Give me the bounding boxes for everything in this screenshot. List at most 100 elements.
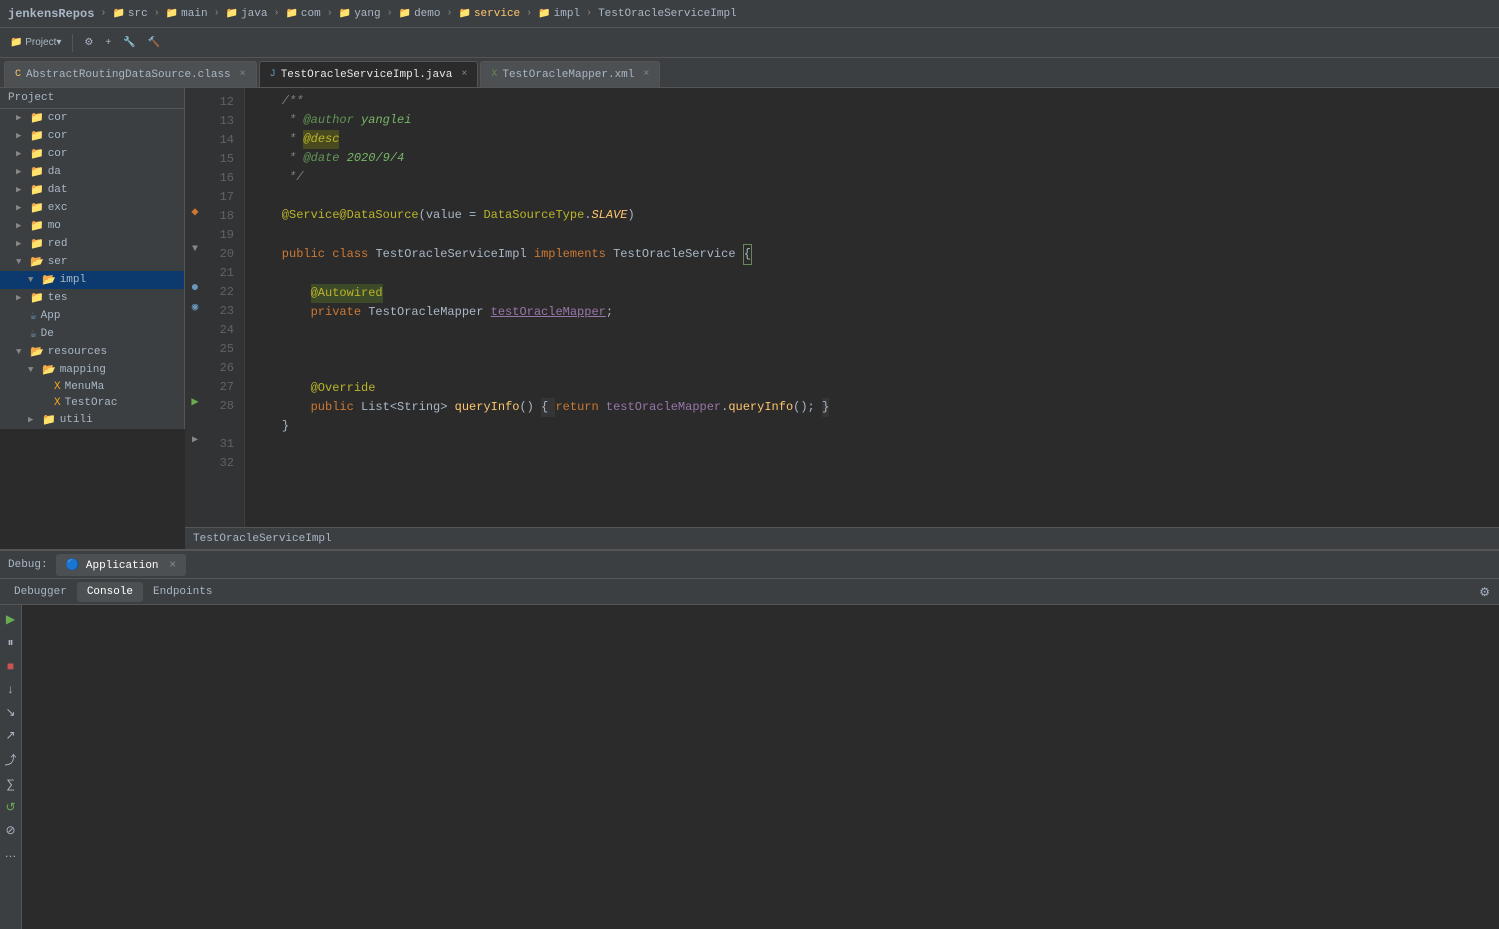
folder-icon: 📁 [30,147,44,161]
xml-icon: X [54,381,61,393]
breadcrumb-java[interactable]: 📁 java [226,8,268,20]
separator [72,34,73,52]
project-button[interactable]: 📁 Project▾ [6,35,65,50]
sidebar-item-app[interactable]: ☕ App [0,307,184,325]
toolbar-btn-2[interactable]: + [101,35,115,50]
folder-icon: 📁 [538,8,550,20]
breadcrumb-demo[interactable]: 📁 demo [399,8,441,20]
debug-settings-btn[interactable]: ⚙ [1474,582,1495,602]
folder-icon: 📁 [166,8,178,20]
code-editor[interactable]: /** * @author yanglei * @desc * @date 20… [245,88,1499,527]
folder-icon: 📁 [30,237,44,251]
main-area: Project ▶ 📁 cor ▶ 📁 cor ▶ 📁 cor ▶ 📁 d [0,88,1499,549]
info-icon[interactable]: ● [185,278,205,297]
code-line-27: @Override [253,379,1491,398]
debug-pause-btn[interactable]: ⏸ [4,632,16,653]
code-line-20: public class TestOracleServiceImpl imple… [253,244,1491,265]
tab-testoraclemapper[interactable]: X TestOracleMapper.xml × [480,61,660,87]
bookmark-icon[interactable]: ◆ [185,202,205,221]
collapse-icon[interactable]: ▼ [185,240,205,259]
sidebar-item-impl[interactable]: ▼ 📂 impl [0,271,184,289]
editor-area: ◆ ▼ ● ◉ ▶ ▶ 12 [185,88,1499,549]
folder-icon: 📁 [399,8,411,20]
debug-more-btn[interactable]: … [2,843,20,863]
code-line-12: /** [253,92,1491,111]
debug-evalexpr-btn[interactable]: ∑ [3,774,18,794]
code-line-14: * @desc [253,130,1491,149]
debug-label: Debug: [8,559,48,571]
debug-runcursor-btn[interactable]: ⤴ [1,748,19,771]
debug-stepinto-btn[interactable]: ↘ [2,702,18,722]
code-line-16: */ [253,168,1491,187]
sidebar-item-mo[interactable]: ▶ 📁 mo [0,217,184,235]
folder-icon: 📁 [226,8,238,20]
sidebar-item-ser[interactable]: ▼ 📂 ser [0,253,184,271]
java-icon: J [270,69,276,80]
tab-close-abstractrouting[interactable]: × [240,69,246,80]
sidebar-item-cor1[interactable]: ▶ 📁 cor [0,109,184,127]
debug-tab-debugger[interactable]: Debugger [4,582,77,602]
toolbar-btn-4[interactable]: 🔨 [144,35,164,50]
sidebar-item-cor3[interactable]: ▶ 📁 cor [0,145,184,163]
debug-stepout-btn[interactable]: ↗ [2,725,18,745]
debug-rerun-btn[interactable]: ↺ [2,797,18,817]
debug-tab-endpoints[interactable]: Endpoints [143,582,222,602]
application-icon: 🔵 [66,560,80,572]
code-line-17 [253,187,1491,206]
folder-icon: 📁 [30,219,44,233]
code-line-32 [253,436,1491,455]
sidebar-item-da[interactable]: ▶ 📁 da [0,163,184,181]
sidebar-item-resources[interactable]: ▼ 📂 resources [0,343,184,361]
sidebar-item-exc[interactable]: ▶ 📁 exc [0,199,184,217]
run-icon[interactable]: ▶ [185,392,205,411]
sidebar-item-mapping[interactable]: ▼ 📂 mapping [0,361,184,379]
breadcrumb-com[interactable]: 📁 com [285,8,320,20]
code-line-26 [253,360,1491,379]
code-line-15: * @date 2020/9/4 [253,149,1491,168]
java-icon: ☕ [30,309,37,323]
sidebar-item-dat[interactable]: ▶ 📁 dat [0,181,184,199]
breadcrumb-src[interactable]: 📁 src [112,8,147,20]
debug-tab-application[interactable]: 🔵 Application × [56,554,187,576]
project-title[interactable]: jenkensRepos [8,7,94,21]
debug-mute-btn[interactable]: ⊘ [2,820,18,840]
breadcrumb-main[interactable]: 📁 main [166,8,208,20]
code-line-23: private TestOracleMapper testOracleMappe… [253,303,1491,322]
xml-icon: X [491,69,497,80]
debug-console-content[interactable] [22,605,1499,929]
folder-icon: 📁 [30,111,44,125]
folder-icon: 📁 [459,8,471,20]
folder-icon: 📁 [30,183,44,197]
expand-icon[interactable]: ▶ [185,430,205,449]
sidebar-item-utili[interactable]: ▶ 📁 utili [0,411,184,429]
breadcrumb-impl[interactable]: 📁 impl [538,8,580,20]
intellij-icon[interactable]: ◉ [185,297,205,316]
sidebar-item-tes[interactable]: ▶ 📁 tes [0,289,184,307]
editor-content: ◆ ▼ ● ◉ ▶ ▶ 12 [185,88,1499,527]
debug-session-close[interactable]: × [169,558,176,572]
sidebar-item-menuma[interactable]: X MenuMa [0,379,184,395]
tab-testoracleserviceimpl[interactable]: J TestOracleServiceImpl.java × [259,61,479,87]
code-line-21 [253,265,1491,284]
debug-panel: Debug: 🔵 Application × Debugger Console … [0,549,1499,929]
top-bar: jenkensRepos › 📁 src › 📁 main › 📁 java ›… [0,0,1499,28]
sidebar-item-red[interactable]: ▶ 📁 red [0,235,184,253]
debug-resume-btn[interactable]: ▶ [3,609,18,629]
debug-tab-console[interactable]: Console [77,582,143,602]
toolbar-btn-1[interactable]: ⚙ [80,35,97,50]
debug-stepover-btn[interactable]: ↓ [5,679,17,699]
sidebar-item-cor2[interactable]: ▶ 📁 cor [0,127,184,145]
breadcrumb-service[interactable]: 📁 service [459,8,521,20]
sidebar-item-de[interactable]: ☕ De [0,325,184,343]
breadcrumb-yang[interactable]: 📁 yang [339,8,381,20]
toolbar-btn-3[interactable]: 🔧 [119,35,139,50]
java-icon: ☕ [30,327,37,341]
code-line-13: * @author yanglei [253,111,1491,130]
breadcrumb-class[interactable]: TestOracleServiceImpl [598,8,737,20]
tab-close-testoraclemapper[interactable]: × [643,69,649,80]
code-line-25 [253,341,1491,360]
tab-close-testoracleserviceimpl[interactable]: × [461,69,467,80]
debug-stop-btn[interactable]: ■ [4,656,17,676]
sidebar-item-testorac[interactable]: X TestOrac [0,395,184,411]
tab-abstractrouting[interactable]: C AbstractRoutingDataSource.class × [4,61,257,87]
